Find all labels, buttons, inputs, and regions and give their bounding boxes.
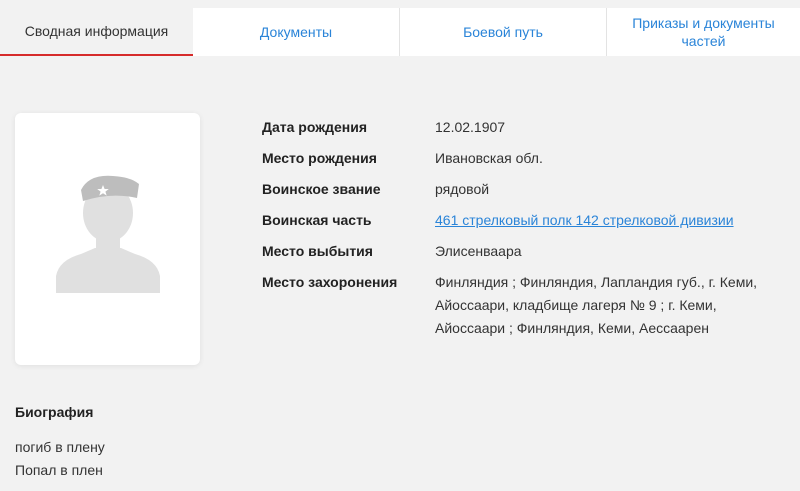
biography-line: погиб в плену bbox=[15, 439, 105, 455]
tab-combat-path[interactable]: Боевой путь bbox=[400, 8, 607, 56]
tab-combat-path-label: Боевой путь bbox=[463, 24, 543, 40]
tab-bar: Сводная информация Документы Боевой путь… bbox=[0, 8, 800, 56]
unit-label: Воинская часть bbox=[262, 212, 372, 228]
photo-placeholder bbox=[15, 113, 200, 365]
tab-documents-label: Документы bbox=[259, 24, 333, 40]
biography-title: Биография bbox=[15, 404, 94, 420]
burial-label: Место захоронения bbox=[262, 274, 398, 290]
info-row-birth-date: Дата рождения 12.02.1907 bbox=[262, 116, 765, 139]
info-row-birth-place: Место рождения Ивановская обл. bbox=[262, 147, 765, 170]
birth-date-value: 12.02.1907 bbox=[435, 119, 506, 135]
departure-label: Место выбытия bbox=[262, 243, 373, 259]
burial-value: Финляндия ; Финляндия, Лапландия губ., г… bbox=[435, 274, 758, 336]
departure-value: Элисенваара bbox=[435, 243, 522, 259]
top-navigation: Сводная информация Документы Боевой путь… bbox=[0, 0, 800, 56]
soldier-silhouette-icon bbox=[55, 175, 160, 293]
tab-summary-label: Сводная информация bbox=[24, 23, 169, 39]
biography-line: Попал в плен bbox=[15, 462, 103, 478]
soldier-info: Дата рождения 12.02.1907 Место рождения … bbox=[262, 116, 765, 348]
birth-date-label: Дата рождения bbox=[262, 119, 368, 135]
info-row-burial: Место захоронения Финляндия ; Финляндия,… bbox=[262, 271, 765, 340]
info-row-rank: Воинское звание рядовой bbox=[262, 178, 765, 201]
tab-unit-orders[interactable]: Приказы и документы частей bbox=[607, 8, 800, 56]
birth-place-label: Место рождения bbox=[262, 150, 377, 166]
rank-label: Воинское звание bbox=[262, 181, 381, 197]
birth-place-value: Ивановская обл. bbox=[435, 150, 543, 166]
tab-documents[interactable]: Документы bbox=[193, 8, 400, 56]
unit-link[interactable]: 461 стрелковый полк 142 стрелковой дивиз… bbox=[435, 209, 765, 232]
tab-unit-orders-label: Приказы и документы частей bbox=[632, 15, 775, 49]
info-row-departure: Место выбытия Элисенваара bbox=[262, 240, 765, 263]
info-row-unit: Воинская часть 461 стрелковый полк 142 с… bbox=[262, 209, 765, 232]
rank-value: рядовой bbox=[435, 181, 490, 197]
tab-summary[interactable]: Сводная информация bbox=[0, 8, 193, 56]
